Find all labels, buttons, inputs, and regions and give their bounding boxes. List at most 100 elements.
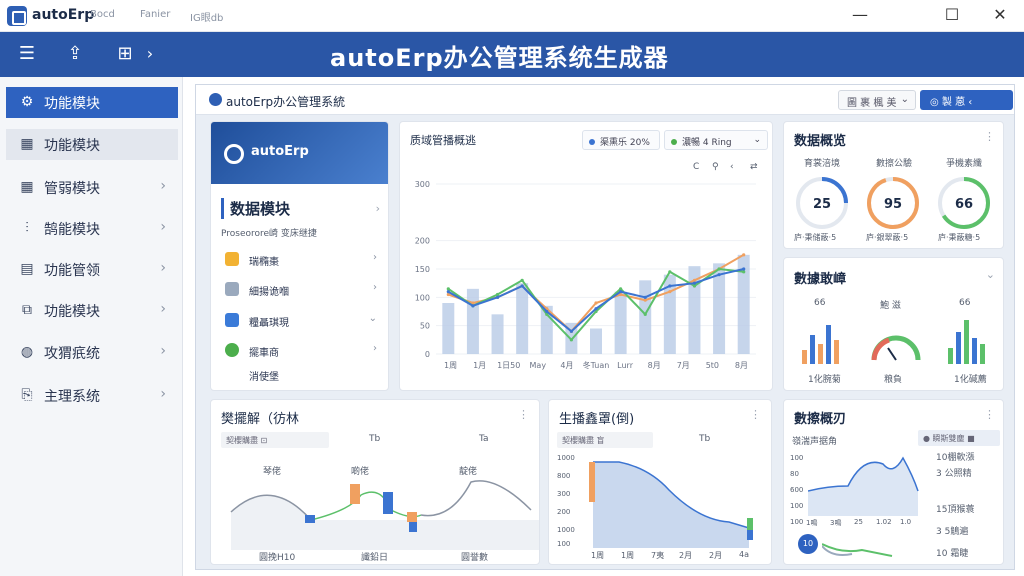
data-module-card: autoErp 数据模块 › Proseorore崎 变床继捷 瑞橢棗 › 細揚… xyxy=(210,121,389,391)
swap-icon[interactable]: ⇄ xyxy=(750,162,758,172)
data-point xyxy=(471,304,475,308)
legend-item[interactable]: 濃暢 4 Ring ⌄ xyxy=(664,130,768,150)
data-point xyxy=(692,284,697,288)
action-button[interactable]: ◎ 製 蒽 ‹ xyxy=(920,90,1013,110)
mini-bar xyxy=(964,320,969,364)
view-select[interactable]: 圖 裹 楓 美 ⌄ xyxy=(838,90,916,110)
sidebar-item-module[interactable]: ⧉ 功能模块 › xyxy=(6,295,178,326)
app-name: autoErp xyxy=(32,7,95,23)
chevron-down-icon[interactable]: ⌄ xyxy=(986,268,995,281)
chevron-right-icon[interactable]: › xyxy=(138,42,162,66)
x-tick-label: 冬Tuan xyxy=(583,360,610,370)
x-tick-label: 1月 xyxy=(473,361,486,370)
data-point xyxy=(520,278,524,282)
more-icon[interactable]: ⋮ xyxy=(518,408,529,421)
data-overview-title: 數擦概刃 xyxy=(794,412,847,427)
chevron-right-icon[interactable]: › xyxy=(376,202,380,215)
x-tick-label: 1周 xyxy=(444,361,457,370)
mini-bar xyxy=(980,344,985,364)
chevron-down-icon: ⌄ xyxy=(368,313,377,324)
sidebar-item-function-module-2[interactable]: ▦ 功能模块 xyxy=(6,129,178,160)
series-select[interactable]: ● 瞬斯雙塵 ■ xyxy=(918,430,1000,446)
filter-label: 契櫻購盡 xyxy=(562,436,594,445)
axis-label: 圓誉數 xyxy=(461,553,489,563)
brand-name: autoErp xyxy=(251,144,309,159)
back-icon[interactable]: ‹ xyxy=(730,162,734,172)
sidebar-item-function-manage[interactable]: ▤ 功能管领 › xyxy=(6,254,178,285)
list-item[interactable]: 糧聶琪現 ⌄ xyxy=(225,311,385,333)
list-item-label: 瑞橢棗 xyxy=(249,257,279,268)
gauge-value: 66 xyxy=(955,197,973,212)
more-icon[interactable]: ⋮ xyxy=(984,408,995,421)
legend-item[interactable]: 渠熏乐 20% xyxy=(582,130,660,150)
data-point xyxy=(692,278,697,282)
more-icon[interactable]: ⋮ xyxy=(984,130,995,143)
sidebar-item-function-module[interactable]: ⚙ 功能模块 xyxy=(6,87,178,118)
y-axis-label: 100 xyxy=(790,454,804,462)
chevron-right-icon: › xyxy=(160,301,166,317)
sidebar-item-system[interactable]: ◍ 攻猬疧统 › xyxy=(6,337,178,368)
candle xyxy=(305,515,315,523)
mini-bar xyxy=(956,332,961,364)
stat-caption: 粮負 xyxy=(884,375,903,385)
data-point xyxy=(495,292,500,297)
data-point xyxy=(446,290,450,294)
menu-icon[interactable]: ☰ xyxy=(15,42,39,66)
data-point xyxy=(446,287,450,291)
tools-icon: ⫶ xyxy=(25,220,29,236)
brand-banner: autoErp xyxy=(211,122,388,184)
gauge-needle xyxy=(887,347,897,361)
y-axis-label: 800 xyxy=(557,472,571,480)
tab-ig[interactable]: IG眼db xyxy=(190,9,223,24)
filter-pill[interactable]: 契櫻購盡 盲 xyxy=(557,432,653,448)
list-item[interactable]: 細揚诡嗰 › xyxy=(225,280,385,302)
overview-card: 数据概览 ⋮ 育裳涪境 數擦公驗 爭機素纖 25 95 66 庐·秉储蔽·5 庐… xyxy=(783,121,1004,249)
list-item-label: 擺車商 xyxy=(249,348,279,359)
legend-item: 3 公照精 xyxy=(936,469,972,479)
x-tick-label: 7月 xyxy=(677,361,690,370)
chart-bar xyxy=(516,283,529,354)
chevron-down-icon: ⌄ xyxy=(753,135,761,145)
sidebar-item-tools[interactable]: ⫶ 鹄能模块 › xyxy=(6,213,178,244)
data-overview-chart xyxy=(808,456,919,516)
sidebar-item-label: 功能模块 xyxy=(44,96,100,112)
chart-bar xyxy=(491,314,504,354)
x-axis-label: 1鳴 xyxy=(806,519,818,527)
search-icon[interactable]: ⚲ xyxy=(712,162,719,172)
mini-gauge xyxy=(871,337,890,361)
data-point xyxy=(742,267,746,271)
data-point xyxy=(668,284,672,288)
sidebar-item-management[interactable]: ▦ 管弱模块 › xyxy=(6,172,178,203)
list-item[interactable]: 瑞橢棗 › xyxy=(225,250,385,272)
x-tick-label: May xyxy=(530,361,547,370)
sidebar-item-label: 主理系统 xyxy=(44,389,100,405)
filter-pill[interactable]: 契櫻購盡 ⊡ xyxy=(221,432,329,448)
maximize-button[interactable]: ☐ xyxy=(937,4,967,26)
candle xyxy=(350,484,360,504)
tag-label: Tb xyxy=(699,434,711,444)
tab-bocd[interactable]: Bocd xyxy=(90,9,115,20)
list-item[interactable]: 消使堡 xyxy=(225,365,385,387)
report-icon: ⎘ xyxy=(21,387,33,403)
gauge-row: 25 95 66 xyxy=(796,177,990,229)
more-icon[interactable]: ⋮ xyxy=(750,408,761,421)
data-module-subtitle: Proseorore崎 变床继捷 xyxy=(221,229,317,239)
tab-fanier[interactable]: Fanier xyxy=(140,9,170,20)
x-tick-label: 8月 xyxy=(735,361,748,370)
y-axis-label: 200 xyxy=(557,508,571,516)
chevron-right-icon: › xyxy=(373,252,377,263)
filter-tag: 盲 xyxy=(596,436,605,445)
refresh-icon[interactable]: C xyxy=(693,162,699,172)
y-axis-label: 1000 xyxy=(557,526,575,534)
range-bar xyxy=(747,530,753,540)
close-button[interactable]: ✕ xyxy=(985,4,1015,26)
apps-icon[interactable]: ⊞ xyxy=(113,42,137,66)
folder-icon xyxy=(225,282,239,296)
stats-title: 數據敢嶂 xyxy=(794,272,847,287)
gauge-sub: 庐·秉储蔽·5 xyxy=(794,233,837,242)
list-item[interactable]: 擺車商 › xyxy=(225,341,385,363)
export-icon[interactable]: ⇪ xyxy=(63,42,87,66)
sidebar-item-main-system[interactable]: ⎘ 主理系统 › xyxy=(6,380,178,411)
legend-dot xyxy=(671,139,677,145)
minimize-button[interactable]: — xyxy=(845,4,875,26)
